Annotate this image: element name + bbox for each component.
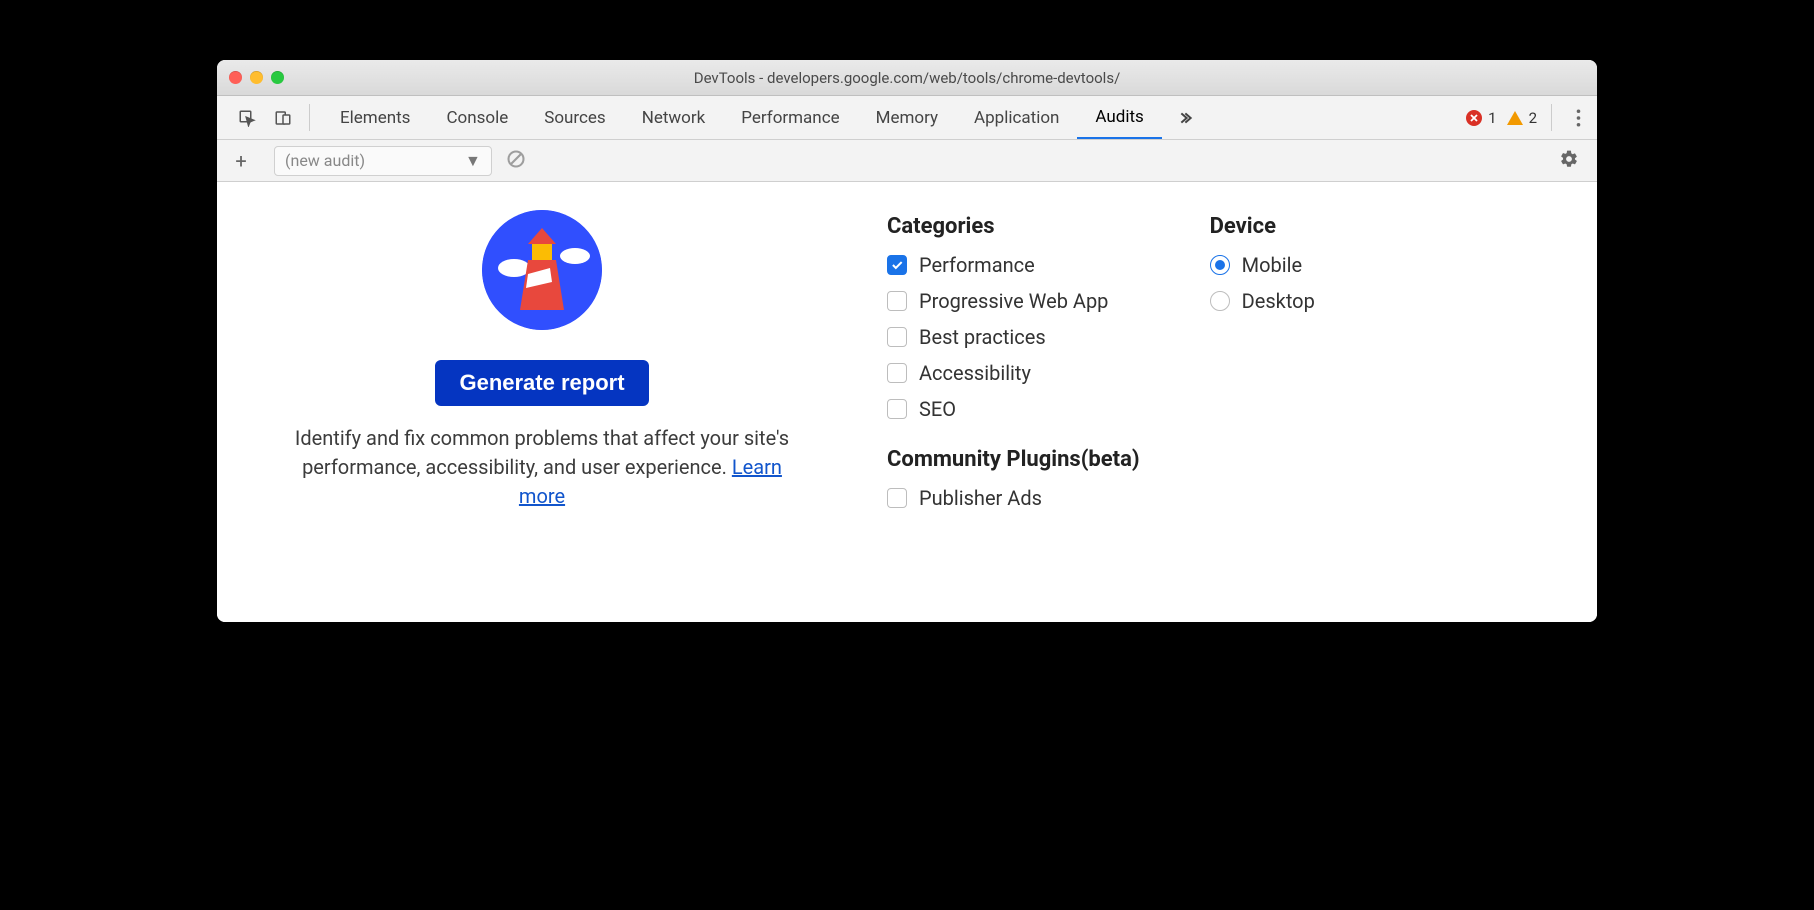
- traffic-lights: [229, 71, 284, 84]
- audits-intro: Generate report Identify and fix common …: [237, 210, 847, 562]
- tab-memory[interactable]: Memory: [858, 96, 956, 139]
- category-accessibility[interactable]: Accessibility: [887, 361, 1140, 385]
- devtools-window: DevTools - developers.google.com/web/too…: [217, 60, 1597, 622]
- status-indicators[interactable]: 1 2: [1466, 96, 1543, 139]
- minimize-window-button[interactable]: [250, 71, 263, 84]
- audits-config: Categories Performance Progressive Web A…: [887, 210, 1577, 562]
- category-performance[interactable]: Performance: [887, 253, 1140, 277]
- warning-count[interactable]: 2: [1507, 109, 1537, 127]
- warning-icon: [1507, 111, 1523, 125]
- separator: [309, 104, 310, 131]
- inspect-icon[interactable]: [229, 96, 265, 139]
- device-mobile[interactable]: Mobile: [1210, 253, 1315, 277]
- lighthouse-logo-icon: [482, 210, 602, 330]
- audit-selector-label: (new audit): [285, 151, 365, 170]
- generate-report-button[interactable]: Generate report: [435, 360, 648, 406]
- main-tabbar: Elements Console Sources Network Perform…: [217, 96, 1597, 140]
- checkbox-icon: [887, 363, 907, 383]
- tab-elements[interactable]: Elements: [322, 96, 428, 139]
- audits-description: Identify and fix common problems that af…: [282, 424, 802, 511]
- audits-toolbar: + (new audit) ▼: [217, 140, 1597, 182]
- tab-audits[interactable]: Audits: [1077, 96, 1161, 139]
- categories-column: Categories Performance Progressive Web A…: [887, 214, 1140, 562]
- error-count[interactable]: 1: [1466, 109, 1496, 127]
- kebab-menu-icon[interactable]: [1560, 96, 1597, 139]
- radio-icon: [1210, 255, 1230, 275]
- tab-performance[interactable]: Performance: [723, 96, 857, 139]
- device-toggle-icon[interactable]: [265, 96, 301, 139]
- chevron-down-icon: ▼: [465, 151, 481, 171]
- new-audit-button[interactable]: +: [227, 149, 255, 173]
- panel-tabs: Elements Console Sources Network Perform…: [322, 96, 1214, 139]
- plugins-heading: Community Plugins(beta): [887, 447, 1140, 472]
- maximize-window-button[interactable]: [271, 71, 284, 84]
- plugin-publisher-ads[interactable]: Publisher Ads: [887, 486, 1140, 510]
- radio-icon: [1210, 291, 1230, 311]
- close-window-button[interactable]: [229, 71, 242, 84]
- tab-console[interactable]: Console: [428, 96, 526, 139]
- device-heading: Device: [1210, 214, 1315, 239]
- checkbox-icon: [887, 291, 907, 311]
- separator: [1551, 104, 1552, 131]
- checkbox-icon: [887, 488, 907, 508]
- category-seo[interactable]: SEO: [887, 397, 1140, 421]
- error-icon: [1466, 110, 1482, 126]
- settings-gear-icon[interactable]: [1559, 149, 1587, 173]
- device-desktop[interactable]: Desktop: [1210, 289, 1315, 313]
- tab-sources[interactable]: Sources: [526, 96, 623, 139]
- tab-application[interactable]: Application: [956, 96, 1077, 139]
- categories-heading: Categories: [887, 214, 1140, 239]
- audit-selector[interactable]: (new audit) ▼: [274, 146, 492, 176]
- checkbox-icon: [887, 327, 907, 347]
- window-title: DevTools - developers.google.com/web/too…: [694, 69, 1121, 87]
- tab-network[interactable]: Network: [624, 96, 724, 139]
- titlebar: DevTools - developers.google.com/web/too…: [217, 60, 1597, 96]
- clear-icon[interactable]: [506, 149, 526, 173]
- checkbox-icon: [887, 399, 907, 419]
- audits-panel: Generate report Identify and fix common …: [217, 182, 1597, 622]
- checkbox-icon: [887, 255, 907, 275]
- category-pwa[interactable]: Progressive Web App: [887, 289, 1140, 313]
- device-column: Device Mobile Desktop: [1210, 214, 1315, 562]
- more-tabs-chevron-icon[interactable]: [1162, 96, 1214, 139]
- category-best-practices[interactable]: Best practices: [887, 325, 1140, 349]
